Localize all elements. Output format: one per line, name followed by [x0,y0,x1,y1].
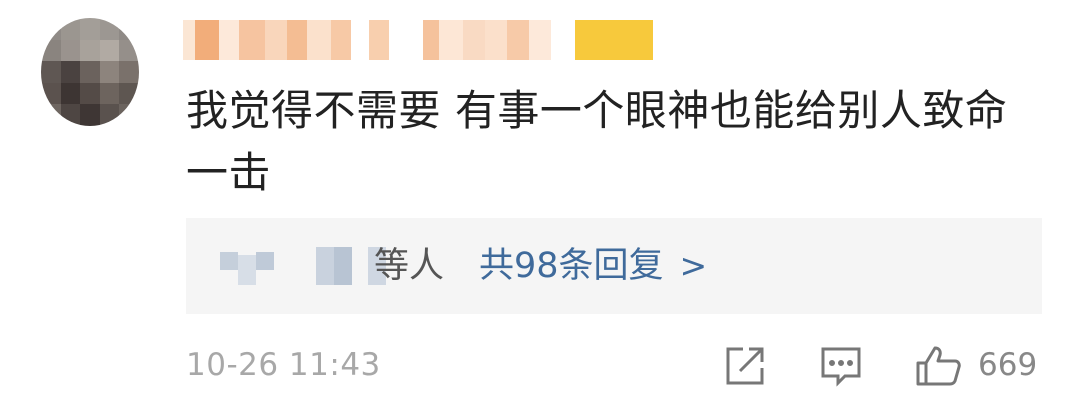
reply-summary[interactable]: 等人 共98条回复 > [186,218,1042,314]
chevron-right-icon: > [679,246,708,285]
comment-icon[interactable] [819,344,863,388]
comment-timestamp: 10-26 11:43 [186,347,381,383]
like-count: 669 [978,347,1038,383]
reply-count-label: 共98条回复 [479,246,664,286]
share-icon[interactable] [723,344,767,388]
comment-text: 我觉得不需要 有事一个眼神也能给别人致命一击 [186,86,1008,197]
view-replies-link[interactable]: 共98条回复 > [479,242,707,290]
reply-users-blurred [220,246,386,286]
username-blurred[interactable] [183,20,653,60]
avatar[interactable] [41,18,139,126]
comment-card: 我觉得不需要 有事一个眼神也能给别人致命一击 等人 共98条回复 > 10-26… [0,0,1080,405]
reply-users-suffix: 等人 [374,246,445,286]
thumbs-up-icon[interactable] [914,344,962,388]
